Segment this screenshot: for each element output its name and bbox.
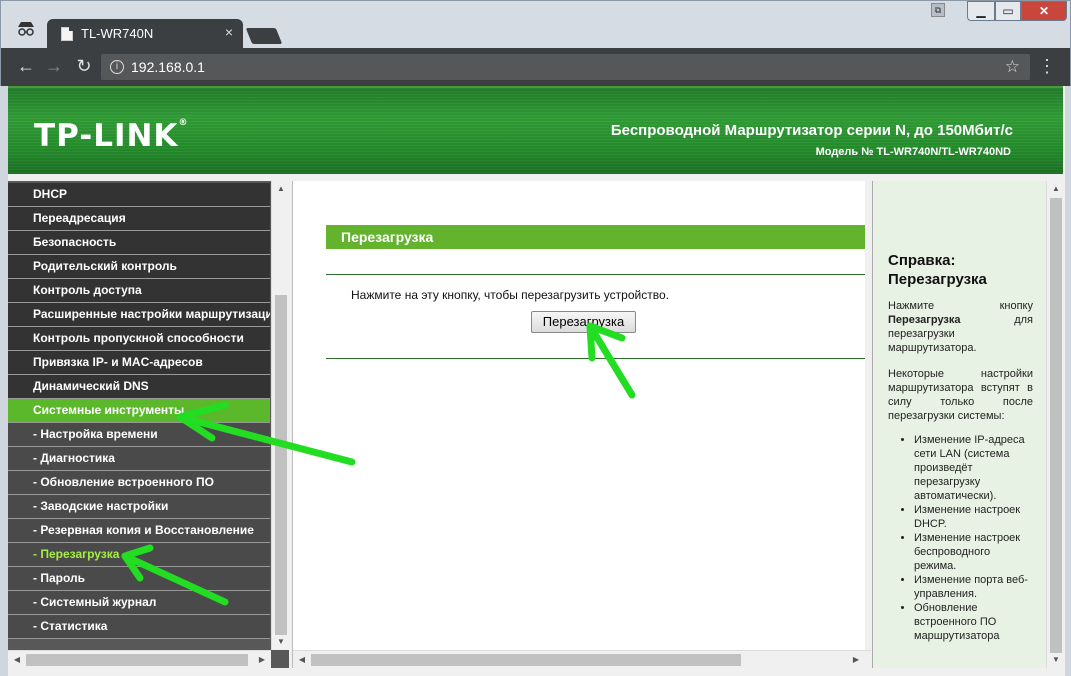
tab-close-icon[interactable]: × [225,24,233,40]
scroll-left-icon[interactable]: ◀ [8,652,26,668]
menu-item[interactable]: - Системный журнал [8,591,270,615]
menu-item[interactable]: - Диагностика [8,447,270,471]
menu-item[interactable]: DHCP [8,183,270,207]
menu-item[interactable]: Родительский контроль [8,255,270,279]
menu-item[interactable]: - Обновление встроенного ПО [8,471,270,495]
back-icon[interactable]: ← [15,55,37,77]
help-frame: Справка: Перезагрузка Нажмите кнопку Пер… [872,181,1063,668]
minimize-button[interactable]: ▁ [967,1,995,21]
browser-tab[interactable]: TL-WR740N × [47,19,243,49]
scrollbar-thumb[interactable] [311,654,741,666]
help-list-item: Изменение IP-адреса сети LAN (система пр… [914,433,1033,503]
scrollbar-thumb[interactable] [1050,198,1062,653]
menu-item[interactable]: - Настройка времени [8,423,270,447]
divider [326,358,867,359]
banner-title: Беспроводной Маршрутизатор серии N, до 1… [610,122,1013,139]
scroll-right-icon[interactable]: ▶ [847,652,865,668]
menu-item[interactable]: - Заводские настройки [8,495,270,519]
side-menu: DHCP Переадресация Безопасность Родительски… [8,183,270,639]
banner-model: Модель № TL-WR740N/TL-WR740ND [815,146,1011,158]
help-text: Нажмите кнопку [888,300,1033,312]
scroll-left-icon[interactable]: ◀ [293,652,311,668]
window-titlebar: TL-WR740N × ⧉ ▁ ▭ ✕ [0,0,1071,49]
help-list-item: Изменение настроек беспроводного режима. [914,531,1033,573]
menu-item[interactable]: Системные инструменты [8,399,270,423]
incognito-icon [15,19,37,37]
navigation-bar: ← → ↻ i 192.168.0.1 ☆ ⋮ [0,48,1071,86]
window-restore-icon[interactable]: ⧉ [931,3,945,17]
menu-item[interactable]: Привязка IP- и MAC-адресов [8,351,270,375]
menu-frame: DHCP Переадресация Безопасность Родительски… [8,181,289,668]
page-favicon-icon [61,27,73,41]
help-bold-text: Перезагрузка [888,314,961,326]
main-horizontal-scrollbar[interactable]: ◀ ▶ [293,650,871,668]
menu-vertical-scrollbar[interactable]: ▲ ▼ [271,181,289,650]
help-list: Изменение IP-адреса сети LAN (система пр… [914,433,1033,643]
close-window-button[interactable]: ✕ [1021,1,1067,21]
scroll-down-icon[interactable]: ▼ [272,634,290,650]
menu-item[interactable]: - Перезагрузка [8,543,270,567]
menu-item[interactable]: Контроль пропускной способности [8,327,270,351]
help-title: Справка: Перезагрузка [888,251,1038,289]
help-title-line: Справка: [888,252,956,269]
help-body: Нажмите кнопку Перезагрузка для перезагр… [888,299,1033,643]
help-paragraph: Нажмите кнопку Перезагрузка для перезагр… [888,299,1033,355]
scrollbar-thumb[interactable] [275,295,287,635]
logo-registered-mark: ® [178,118,189,128]
reboot-button[interactable]: Перезагрузка [531,311,636,333]
menu-item[interactable]: Контроль доступа [8,279,270,303]
help-title-line: Перезагрузка [888,271,987,288]
page-title: Перезагрузка [326,225,867,249]
info-icon[interactable]: i [110,60,124,74]
menu-item[interactable]: Динамический DNS [8,375,270,399]
forward-icon[interactable]: → [43,55,65,77]
logo-text: TP-LINK [34,118,179,154]
menu-item[interactable]: Безопасность [8,231,270,255]
router-banner: TP-LINK® Беспроводной Маршрутизатор сери… [8,86,1063,174]
help-list-item: Изменение настроек DHCP. [914,503,1033,531]
help-list-item: Обновление встроенного ПО маршрутизатора [914,601,1033,643]
divider [326,274,867,275]
address-bar[interactable]: i 192.168.0.1 ☆ [101,54,1030,80]
menu-icon[interactable]: ⋮ [1037,56,1057,76]
menu-item[interactable]: Расширенные настройки маршрутизации [8,303,270,327]
menu-item[interactable]: Переадресация [8,207,270,231]
help-vertical-scrollbar[interactable]: ▲ ▼ [1046,181,1063,668]
scroll-right-icon[interactable]: ▶ [253,652,271,668]
scroll-down-icon[interactable]: ▼ [1047,652,1063,668]
menu-horizontal-scrollbar[interactable]: ◀ ▶ [8,650,271,668]
url-text[interactable]: 192.168.0.1 [131,59,205,75]
scroll-up-icon[interactable]: ▲ [272,181,290,197]
main-vertical-scrollbar[interactable] [865,181,871,650]
tp-link-logo: TP-LINK® [34,118,188,154]
main-frame: Перезагрузка Нажмите на эту кнопку, чтоб… [292,181,871,668]
menu-item[interactable]: - Пароль [8,567,270,591]
reload-icon[interactable]: ↻ [73,55,95,77]
scrollbar-thumb[interactable] [26,654,248,666]
menu-item[interactable]: - Статистика [8,615,270,639]
reboot-instruction: Нажмите на эту кнопку, чтобы перезагрузи… [351,288,669,302]
help-list-item: Изменение порта веб-управления. [914,573,1033,601]
new-tab-button[interactable] [245,28,283,44]
star-icon[interactable]: ☆ [1005,57,1020,77]
help-paragraph: Некоторые настройки маршрутизатора вступ… [888,368,1033,422]
menu-item[interactable]: - Резервная копия и Восстановление [8,519,270,543]
scroll-up-icon[interactable]: ▲ [1047,181,1063,197]
maximize-button[interactable]: ▭ [995,1,1021,21]
tab-title: TL-WR740N [81,26,154,41]
